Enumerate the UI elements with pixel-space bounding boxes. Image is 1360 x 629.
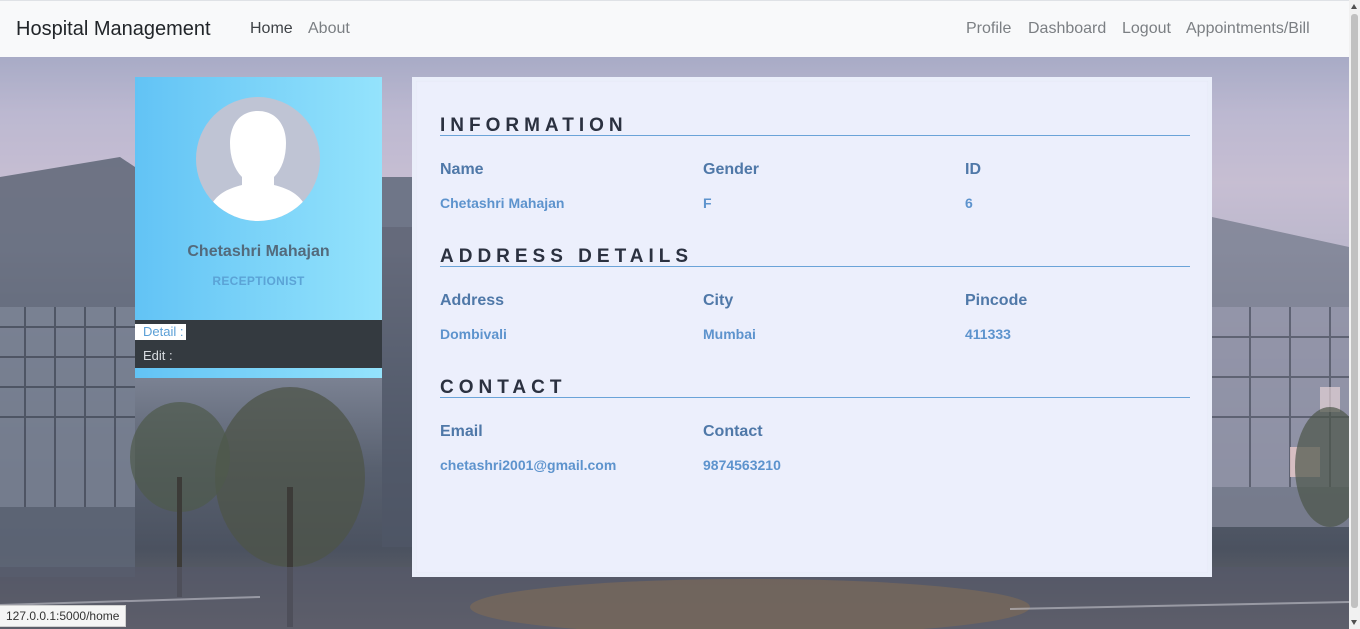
user-silhouette-icon (210, 111, 306, 221)
email-label: Email (440, 423, 483, 440)
information-divider (440, 135, 1190, 136)
pincode-value: 411333 (965, 326, 1011, 342)
contact-divider (440, 397, 1190, 398)
gender-label: Gender (703, 161, 760, 178)
gender-value: F (703, 195, 712, 211)
contact-heading: CONTACT (440, 377, 567, 398)
address-value: Dombivali (440, 326, 507, 342)
email-value: chetashri2001@gmail.com (440, 457, 617, 473)
avatar (196, 97, 320, 221)
profile-menu-edit[interactable]: Edit : (143, 348, 173, 364)
name-value: Chetashri Mahajan (440, 195, 565, 211)
info-panel-inner (416, 81, 1208, 573)
page-scrollbar[interactable] (1349, 0, 1360, 629)
nav-home-link[interactable]: Home (250, 20, 293, 38)
nav-appointments-bill-link[interactable]: Appointments/Bill (1186, 20, 1310, 38)
info-panel (412, 77, 1212, 577)
address-label: Address (440, 292, 505, 309)
profile-name: Chetashri Mahajan (187, 243, 330, 260)
profile-role: RECEPTIONIST (212, 274, 305, 288)
contact-value: 9874563210 (703, 457, 781, 473)
status-bar-url: 127.0.0.1:5000/home (0, 605, 127, 627)
profile-menu: Detail : Edit : (135, 320, 382, 368)
scrollbar-thumb[interactable] (1351, 14, 1358, 608)
city-value: Mumbai (703, 326, 756, 342)
pincode-label: Pincode (965, 292, 1028, 309)
contact-label: Contact (703, 423, 763, 440)
id-value: 6 (965, 195, 973, 211)
nav-profile-link[interactable]: Profile (966, 20, 1011, 38)
address-heading: ADDRESS DETAILS (440, 246, 694, 267)
information-heading: INFORMATION (440, 115, 628, 136)
navbar: Hospital Management Home About Profile D… (0, 0, 1349, 57)
profile-menu-detail[interactable]: Detail : (135, 324, 186, 340)
nav-logout-link[interactable]: Logout (1122, 20, 1171, 38)
nav-about-link[interactable]: About (308, 20, 350, 38)
address-divider (440, 266, 1190, 267)
scroll-down-arrow-icon[interactable] (1351, 620, 1357, 625)
profile-card: Chetashri Mahajan RECEPTIONIST Detail : … (135, 77, 382, 378)
name-label: Name (440, 161, 484, 178)
city-label: City (703, 292, 734, 309)
nav-dashboard-link[interactable]: Dashboard (1028, 20, 1106, 38)
scroll-up-arrow-icon[interactable] (1351, 4, 1357, 9)
id-label: ID (965, 161, 981, 178)
brand-link[interactable]: Hospital Management (16, 18, 211, 41)
